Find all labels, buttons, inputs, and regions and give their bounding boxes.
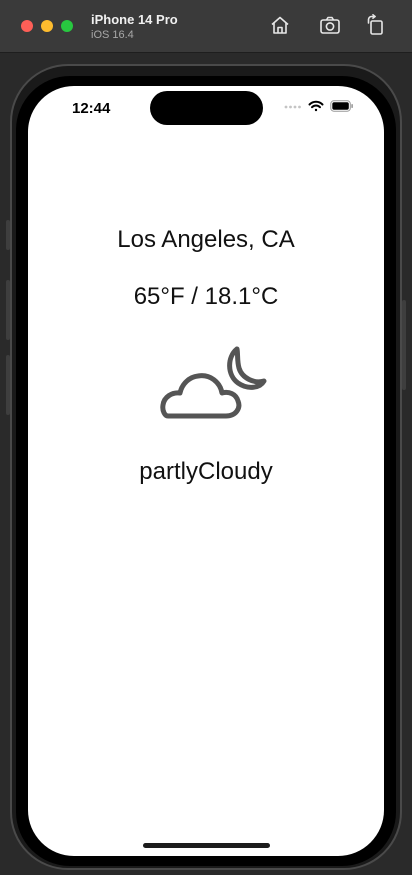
home-icon[interactable] [269,14,291,36]
power-button [402,300,406,390]
rotate-icon[interactable] [365,14,387,36]
dynamic-island [150,91,263,125]
city-label: Los Angeles, CA [117,226,295,253]
home-indicator[interactable] [143,843,270,848]
temperature-label: 65°F / 18.1°C [133,283,279,310]
condition-label: partlyCloudy [139,458,273,485]
simulator-titlebar: iPhone 14 Pro iOS 16.4 [0,0,412,53]
cellular-dots-icon [284,104,302,110]
screenshot-icon[interactable] [319,14,341,36]
cloud-moon-icon [148,344,268,426]
simulator-window: iPhone 14 Pro iOS 16.4 12:44 Los Angeles… [0,0,412,875]
phone-screen: 12:44 Los Angeles, CA 65°F / 18.1°C part… [28,86,384,856]
status-time: 12:44 [72,100,111,117]
zoom-window-button[interactable] [61,20,73,32]
battery-icon [330,100,354,112]
wifi-icon [308,100,324,112]
os-version: iOS 16.4 [91,29,134,41]
minimize-window-button[interactable] [41,20,53,32]
close-window-button[interactable] [21,20,33,32]
device-name: iPhone 14 Pro [91,12,178,27]
